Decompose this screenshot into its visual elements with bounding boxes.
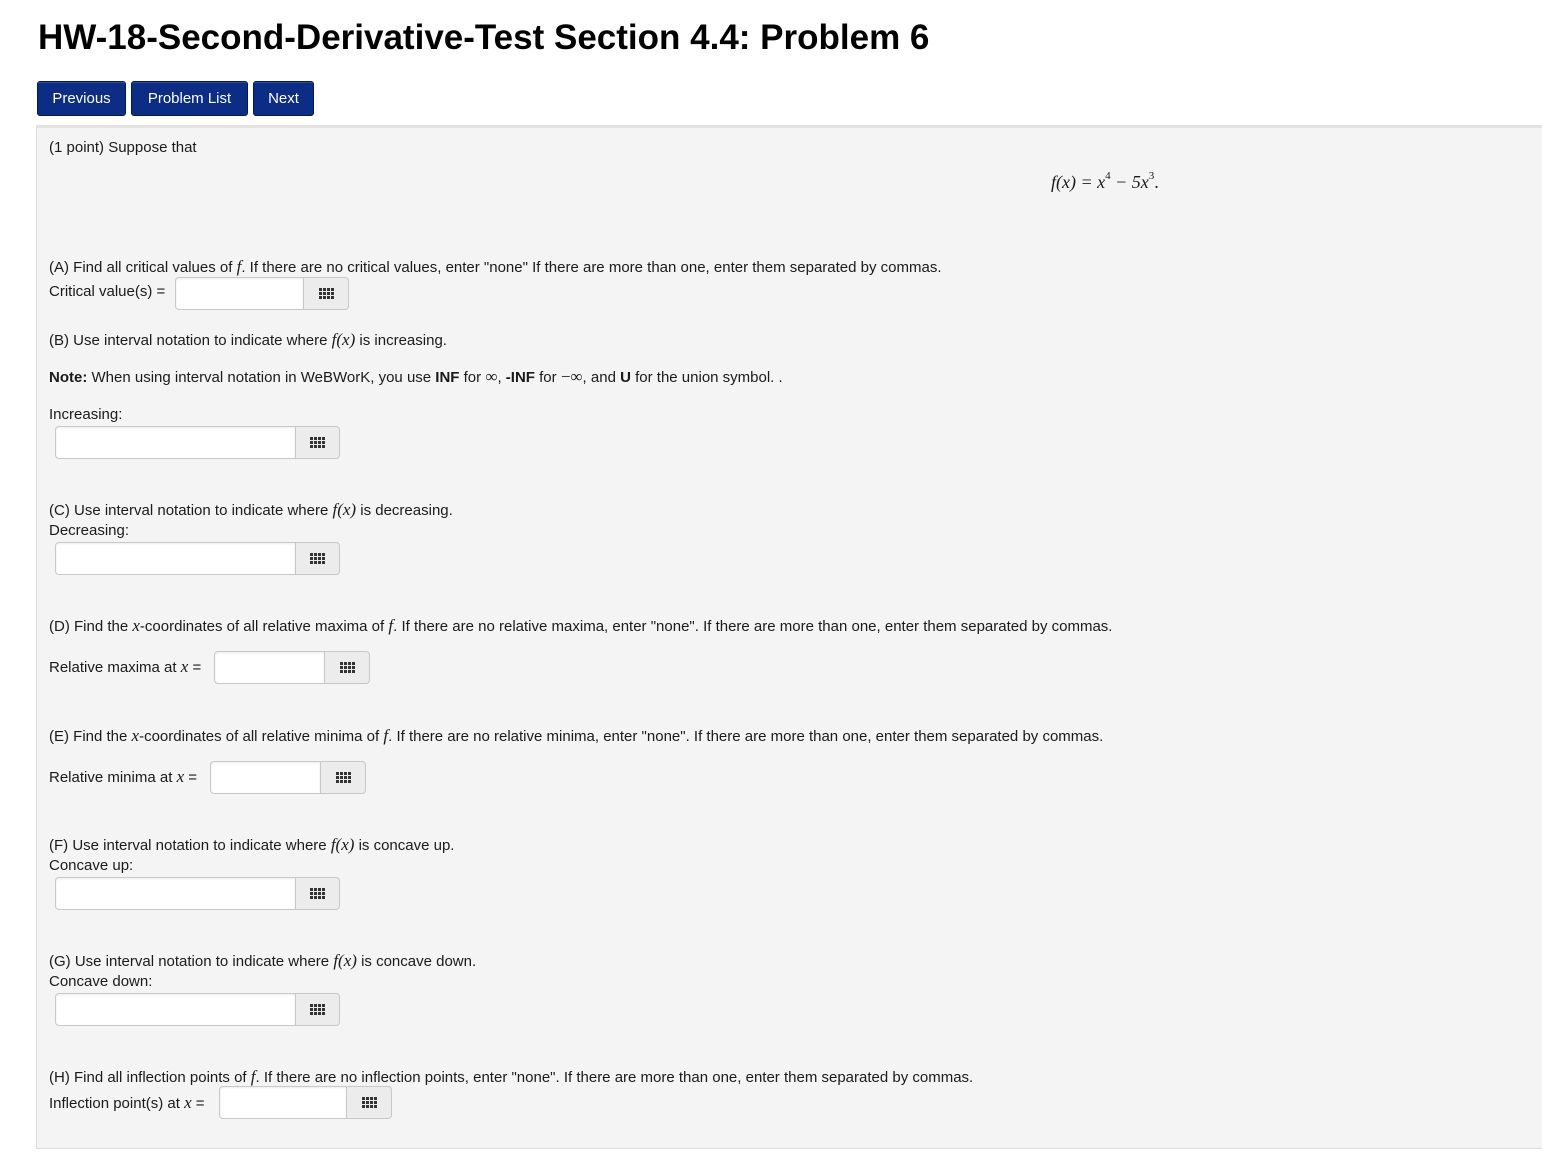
note-text-2: for [463, 369, 482, 386]
relative-minima-input[interactable] [210, 761, 321, 794]
note-text-4: for [539, 369, 557, 386]
increasing-palette-button[interactable] [296, 426, 340, 459]
inflection-points-label-text: Inflection point(s) at [49, 1095, 180, 1112]
question-d-var: x [132, 616, 140, 635]
note-neg-infinity-symbol: −∞ [560, 367, 583, 386]
question-g-text-post: is concave down. [361, 953, 477, 970]
problem-intro: (1 point) Suppose that [49, 139, 197, 156]
equation-palette-icon [339, 662, 355, 673]
note-infinity-symbol: ∞ [485, 367, 498, 386]
equation-palette-icon [310, 888, 325, 899]
question-e-var: x [131, 726, 140, 745]
concave-up-label: Concave up: [49, 857, 134, 874]
equation-mid: − 5x [1110, 172, 1149, 192]
relative-maxima-label-var: x [180, 657, 189, 676]
equation-exponent-2: 3 [1148, 170, 1155, 182]
question-g: (G) Use interval notation to indicate wh… [49, 951, 476, 971]
relative-maxima-palette-button[interactable] [325, 651, 370, 684]
increasing-input[interactable] [55, 426, 296, 459]
concave-down-label: Concave down: [49, 973, 153, 990]
note-label: Note: [49, 369, 88, 386]
question-f: (F) Use interval notation to indicate wh… [49, 835, 454, 855]
question-a-text: (A) Find all critical values of [49, 259, 233, 276]
relative-minima-label-var: x [176, 767, 185, 786]
question-b-text: (B) Use interval notation to indicate wh… [49, 332, 328, 349]
relative-maxima-label: Relative maxima at x = [49, 657, 201, 677]
relative-minima-palette-button[interactable] [321, 761, 366, 794]
inflection-points-input[interactable] [219, 1086, 347, 1119]
relative-maxima-label-text: Relative maxima at [49, 659, 177, 676]
critical-values-input[interactable] [175, 277, 304, 310]
page-title: HW-18-Second-Derivative-Test Section 4.4… [38, 18, 930, 57]
equation-palette-icon [318, 288, 334, 299]
question-e-text: (E) Find the [49, 728, 128, 745]
equation-lhs: f(x) = x [1051, 172, 1106, 192]
question-a-text-post: . If there are no critical values, enter… [241, 259, 942, 276]
note-inf: INF [435, 369, 460, 386]
question-d-text: (D) Find the [49, 618, 129, 635]
decreasing-input[interactable] [55, 542, 296, 575]
question-c: (C) Use interval notation to indicate wh… [49, 500, 453, 520]
equation-end: . [1154, 172, 1159, 192]
equation-palette-icon [310, 553, 325, 564]
note-text-5: , and [582, 369, 616, 386]
equation-palette-icon [310, 1004, 325, 1015]
equation-palette-icon [310, 437, 325, 448]
question-a: (A) Find all critical values of f. If th… [49, 257, 942, 277]
question-d: (D) Find the x-coordinates of all relati… [49, 616, 1112, 636]
decreasing-palette-button[interactable] [296, 542, 340, 575]
relative-minima-label-eq: = [188, 769, 198, 786]
question-e-text-post: . If there are no relative minima, enter… [388, 728, 1104, 745]
inflection-points-palette-button[interactable] [347, 1086, 392, 1119]
inflection-points-label: Inflection point(s) at x = [49, 1093, 205, 1113]
problem-list-button[interactable]: Problem List [131, 81, 248, 116]
relative-maxima-input[interactable] [214, 651, 325, 684]
decreasing-label: Decreasing: [49, 522, 130, 539]
inflection-points-label-eq: = [195, 1095, 205, 1112]
question-f-text-post: is concave up. [358, 837, 455, 854]
equation-palette-icon [361, 1097, 377, 1108]
relative-minima-label: Relative minima at x = [49, 767, 197, 787]
concave-up-input[interactable] [55, 877, 296, 910]
question-g-fx: f(x) [333, 951, 357, 970]
note-neginf: -INF [505, 369, 535, 386]
concave-down-palette-button[interactable] [296, 993, 340, 1026]
relative-maxima-label-eq: = [192, 659, 202, 676]
concave-up-palette-button[interactable] [296, 877, 340, 910]
question-c-text: (C) Use interval notation to indicate wh… [49, 502, 329, 519]
note-text-6: for the union symbol. . [635, 369, 783, 386]
question-b: (B) Use interval notation to indicate wh… [49, 330, 447, 350]
question-g-text: (G) Use interval notation to indicate wh… [49, 953, 330, 970]
critical-values-palette-button[interactable] [304, 277, 349, 310]
note-union: U [620, 369, 631, 386]
question-f-fx: f(x) [330, 835, 355, 854]
question-c-text-post: is decreasing. [360, 502, 453, 519]
increasing-label: Increasing: [49, 406, 123, 423]
note-text-1: When using interval notation in WeBWorK,… [91, 369, 432, 386]
equation-exponent-1: 4 [1105, 170, 1111, 182]
question-d-text-mid: -coordinates of all relative maxima of [139, 618, 385, 635]
question-e-text-mid: -coordinates of all relative minima of [139, 728, 380, 745]
question-h-text: (H) Find all inflection points of [49, 1069, 247, 1086]
function-equation: f(x) = x4 − 5x3. [1051, 170, 1159, 193]
question-d-text-post: . If there are no relative maxima, enter… [393, 618, 1113, 635]
next-button[interactable]: Next [253, 81, 314, 116]
note-text-3: , [497, 369, 502, 386]
question-h-text-post: . If there are no inflection points, ent… [255, 1069, 974, 1086]
inflection-points-label-var: x [184, 1093, 192, 1112]
question-c-fx: f(x) [332, 500, 357, 519]
interval-note: Note: When using interval notation in We… [49, 367, 783, 387]
previous-button[interactable]: Previous [37, 81, 126, 116]
question-h: (H) Find all inflection points of f. If … [49, 1067, 973, 1087]
concave-down-input[interactable] [55, 993, 296, 1026]
question-b-fx: f(x) [331, 330, 356, 349]
critical-values-label: Critical value(s) = [49, 283, 166, 300]
question-f-text: (F) Use interval notation to indicate wh… [49, 837, 327, 854]
equation-palette-icon [335, 772, 351, 783]
question-b-text-post: is increasing. [359, 332, 447, 349]
question-e: (E) Find the x-coordinates of all relati… [49, 726, 1103, 746]
relative-minima-label-text: Relative minima at [49, 769, 173, 786]
